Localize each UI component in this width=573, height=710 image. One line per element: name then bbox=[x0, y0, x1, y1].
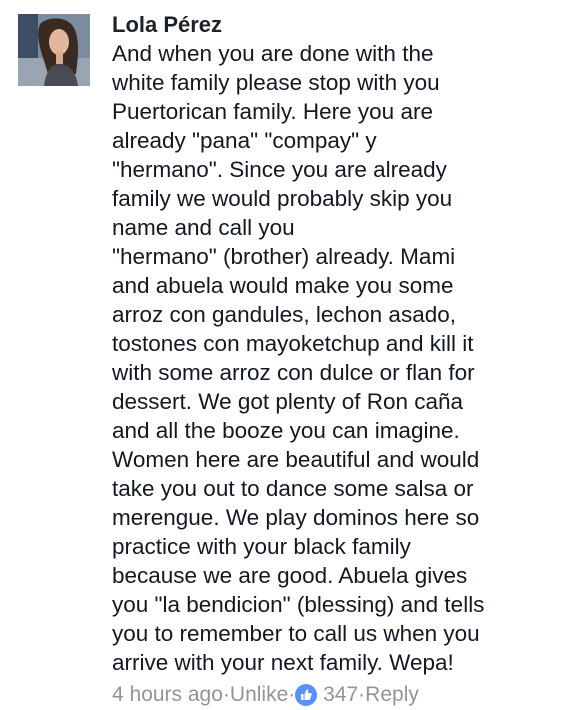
like-count[interactable]: 347 bbox=[323, 680, 358, 710]
comment-body-line: you to remember to call us when you bbox=[112, 621, 480, 646]
comment: Lola Pérez And when you are done with th… bbox=[0, 0, 573, 706]
comment-body-line: arrive with your next family. Wepa! bbox=[112, 650, 454, 675]
comment-body-line: with some arroz con dulce or flan for bbox=[112, 360, 475, 385]
comment-body-line: Puertorican family. Here you are bbox=[112, 99, 433, 124]
comment-body-line: take you out to dance some salsa or bbox=[112, 476, 474, 501]
comment-body-line: already "pana" "compay" y bbox=[112, 128, 377, 153]
comment-body-line: white family please stop with you bbox=[112, 70, 440, 95]
action-separator: · bbox=[222, 683, 230, 706]
comment-body-line: tostones con mayoketchup and kill it bbox=[112, 331, 474, 356]
comment-body-line: And when you are done with the bbox=[112, 41, 434, 66]
reply-button[interactable]: Reply bbox=[365, 680, 419, 710]
unlike-button[interactable]: Unlike bbox=[230, 680, 288, 710]
comment-actions: 4 hours ago · Unlike · 347 · Reply bbox=[112, 680, 419, 710]
thumbs-up-icon[interactable] bbox=[295, 684, 318, 706]
comment-body-line: arroz con gandules, lechon asado, bbox=[112, 302, 456, 327]
comment-author[interactable]: Lola Pérez bbox=[112, 11, 222, 39]
action-separator: · bbox=[288, 683, 296, 706]
comment-body-line: "hermano". Since you are already bbox=[112, 157, 447, 182]
comment-body-line: practice with your black family bbox=[112, 534, 411, 559]
profile-photo-icon bbox=[18, 14, 90, 86]
comment-body-line: merengue. We play dominos here so bbox=[112, 505, 480, 530]
comment-body-line: name and call you bbox=[112, 215, 295, 240]
action-separator: · bbox=[358, 683, 366, 706]
comment-body-line: Women here are beautiful and would bbox=[112, 447, 480, 472]
comment-body-line: dessert. We got plenty of Ron caña bbox=[112, 389, 464, 414]
comment-body-line: because we are good. Abuela gives bbox=[112, 563, 468, 588]
comment-body-line: and abuela would make you some bbox=[112, 273, 454, 298]
comment-timestamp[interactable]: 4 hours ago bbox=[112, 680, 223, 710]
comment-body-line: you "la bendicion" (blessing) and tells bbox=[112, 592, 485, 617]
comment-body-line: family we would probably skip you bbox=[112, 186, 453, 211]
comment-body: And when you are done with the white fam… bbox=[112, 39, 562, 677]
comment-body-line: "hermano" (brother) already. Mami bbox=[112, 244, 456, 269]
comment-body-line: and all the booze you can imagine. bbox=[112, 418, 460, 443]
avatar[interactable] bbox=[18, 14, 90, 86]
